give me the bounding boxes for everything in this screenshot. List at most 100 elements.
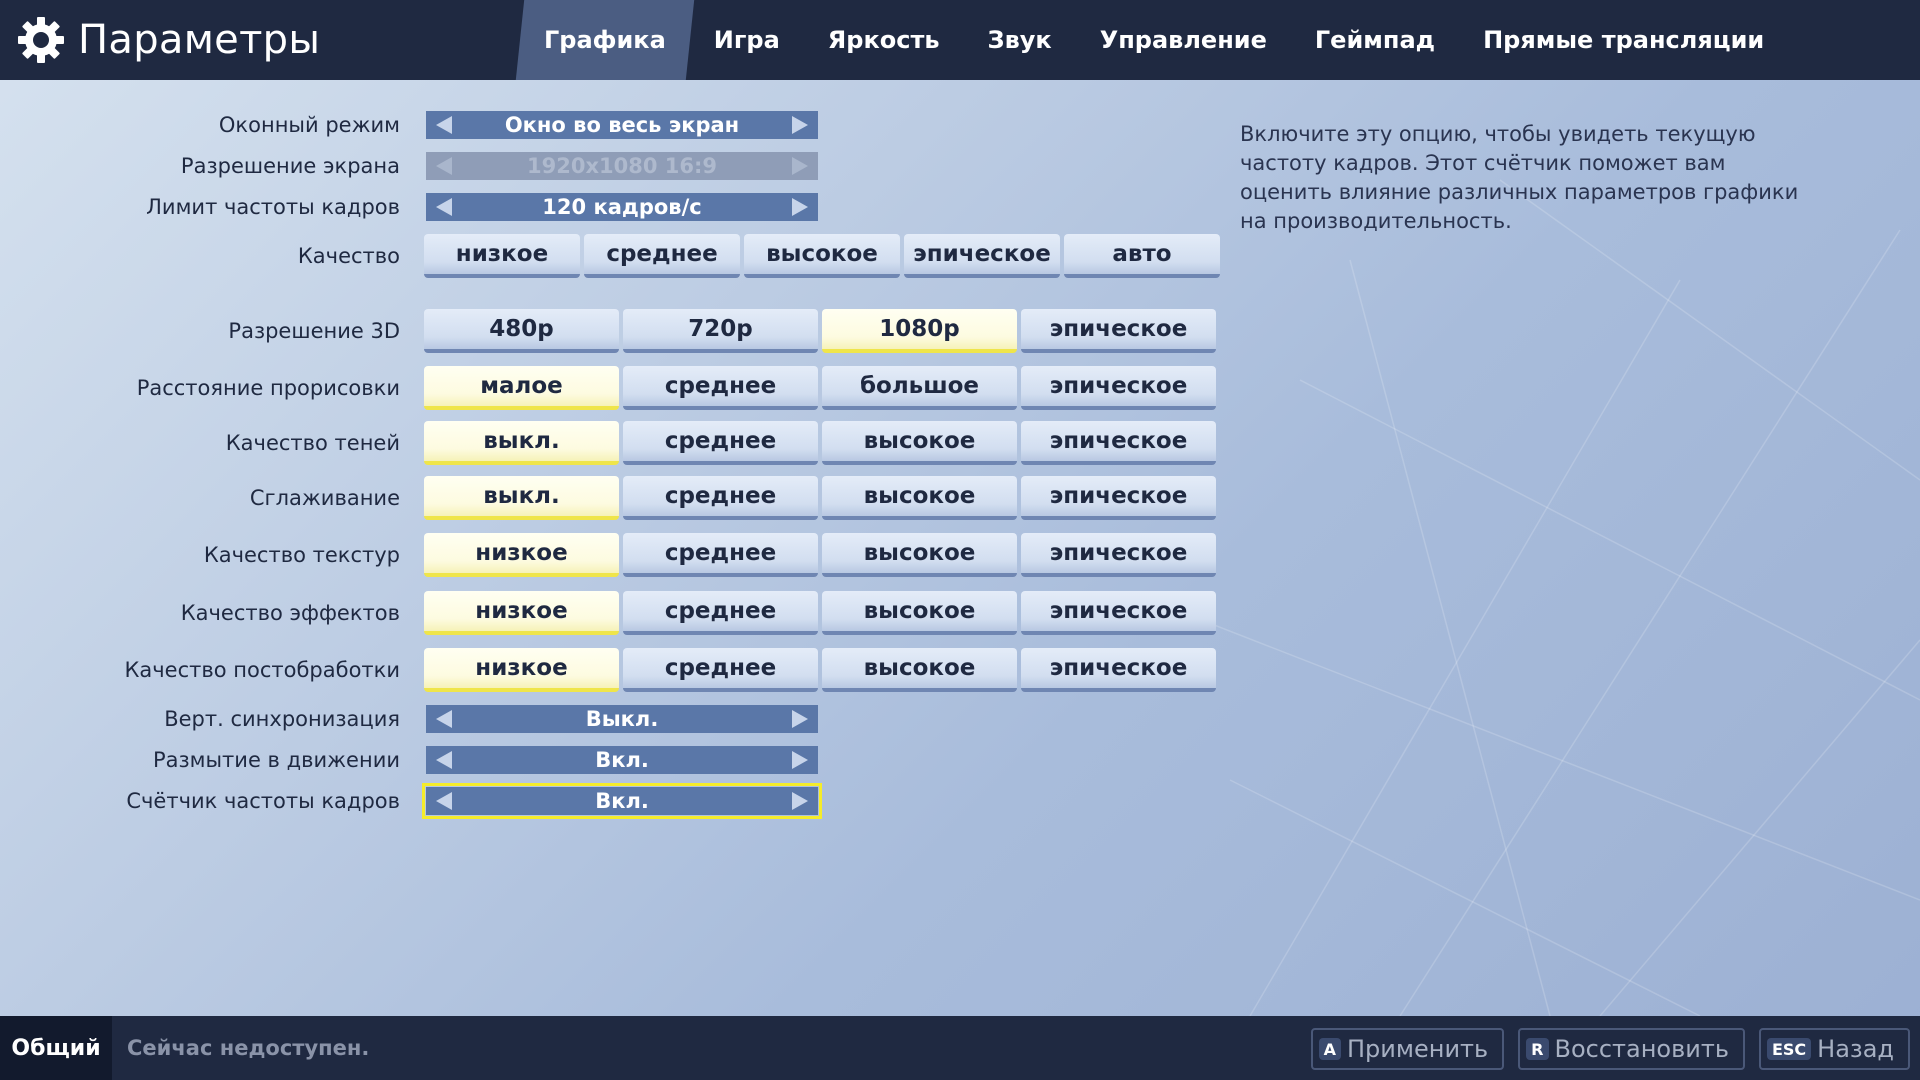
arrow-right-icon[interactable] (792, 792, 808, 810)
gear-icon (18, 17, 64, 63)
tab-brightness[interactable]: Яркость (804, 0, 964, 80)
textures-option-epic[interactable]: эпическое (1021, 533, 1216, 577)
shadows-option-epic[interactable]: эпическое (1021, 421, 1216, 465)
setting-resolution: Разрешение экрана 1920x1080 16:9 (0, 146, 1230, 186)
antialiasing-option-high[interactable]: высокое (822, 476, 1017, 520)
effects-option-high[interactable]: высокое (822, 591, 1017, 635)
arrow-left-icon[interactable] (436, 198, 452, 216)
postprocess-option-medium[interactable]: среднее (623, 648, 818, 692)
fps-counter-selector[interactable]: Вкл. (422, 783, 822, 819)
setting-view-distance: Расстояние прорисовки малое среднее боль… (0, 366, 1230, 410)
selector-value: Окно во весь экран (504, 113, 740, 137)
back-button[interactable]: ESC Назад (1758, 1028, 1910, 1070)
effects-option-medium[interactable]: среднее (623, 591, 818, 635)
res3d-option-epic[interactable]: эпическое (1021, 309, 1216, 353)
view-distance-option-near[interactable]: малое (424, 366, 619, 410)
tab-controls[interactable]: Управление (1076, 0, 1291, 80)
quality-option-auto[interactable]: авто (1064, 234, 1220, 278)
action-label: Восстановить (1554, 1035, 1729, 1063)
postprocess-option-high[interactable]: высокое (822, 648, 1017, 692)
apply-button[interactable]: A Применить (1310, 1028, 1505, 1070)
arrow-left-icon[interactable] (436, 751, 452, 769)
res3d-options: 480p 720p 1080p эпическое (424, 309, 1216, 353)
setting-label: Разрешение 3D (228, 319, 400, 343)
quality-option-epic[interactable]: эпическое (904, 234, 1060, 278)
resolution-selector: 1920x1080 16:9 (426, 152, 818, 180)
postprocess-option-low[interactable]: низкое (424, 648, 619, 692)
setting-label: Лимит частоты кадров (146, 195, 400, 219)
setting-description: Включите эту опцию, чтобы увидеть текущу… (1240, 122, 1799, 233)
tab-label: Графика (544, 26, 666, 54)
view-distance-option-medium[interactable]: среднее (623, 366, 818, 410)
window-mode-selector[interactable]: Окно во весь экран (426, 111, 818, 139)
setting-label: Сглаживание (249, 486, 400, 510)
arrow-left-icon (436, 157, 452, 175)
fps-limit-selector[interactable]: 120 кадров/с (426, 193, 818, 221)
shadows-option-medium[interactable]: среднее (623, 421, 818, 465)
vsync-selector[interactable]: Выкл. (426, 705, 818, 733)
quality-option-low[interactable]: низкое (424, 234, 580, 278)
tab-graphics[interactable]: Графика (515, 0, 694, 80)
arrow-right-icon (792, 157, 808, 175)
effects-option-low[interactable]: низкое (424, 591, 619, 635)
view-distance-option-far[interactable]: большое (822, 366, 1017, 410)
setting-antialiasing: Сглаживание выкл. среднее высокое эпичес… (0, 476, 1230, 520)
tab-label: Яркость (827, 26, 940, 54)
setting-label: Оконный режим (218, 113, 400, 137)
setting-textures: Качество текстур низкое среднее высокое … (0, 533, 1230, 577)
tab-streaming[interactable]: Прямые трансляции (1459, 0, 1788, 80)
arrow-right-icon[interactable] (792, 116, 808, 134)
status-text: Сейчас недоступен. (127, 1036, 370, 1060)
arrow-right-icon[interactable] (792, 751, 808, 769)
arrow-left-icon[interactable] (436, 710, 452, 728)
action-label: Назад (1817, 1035, 1894, 1063)
tab-bar: Графика Игра Яркость Звук Управление Гей… (515, 0, 1788, 80)
effects-option-epic[interactable]: эпическое (1021, 591, 1216, 635)
footer-tab-general[interactable]: Общий (0, 1016, 112, 1080)
restore-button[interactable]: R Восстановить (1518, 1028, 1745, 1070)
setting-window-mode: Оконный режим Окно во весь экран (0, 105, 1230, 145)
footer-actions: A Применить R Восстановить ESC Назад (1310, 1028, 1910, 1070)
action-label: Применить (1347, 1035, 1489, 1063)
setting-shadows: Качество теней выкл. среднее высокое эпи… (0, 421, 1230, 465)
selector-value: Выкл. (585, 707, 659, 731)
effects-options: низкое среднее высокое эпическое (424, 591, 1216, 635)
arrow-left-icon[interactable] (436, 116, 452, 134)
arrow-left-icon[interactable] (436, 792, 452, 810)
textures-option-low[interactable]: низкое (424, 533, 619, 577)
setting-label: Верт. синхронизация (164, 707, 400, 731)
setting-fps-counter: Счётчик частоты кадров Вкл. (0, 781, 1230, 821)
quality-option-medium[interactable]: среднее (584, 234, 740, 278)
postprocess-options: низкое среднее высокое эпическое (424, 648, 1216, 692)
shadows-option-off[interactable]: выкл. (424, 421, 619, 465)
res3d-option-720p[interactable]: 720p (623, 309, 818, 353)
tab-game[interactable]: Игра (690, 0, 804, 80)
textures-option-high[interactable]: высокое (822, 533, 1017, 577)
tab-gamepad[interactable]: Геймпад (1291, 0, 1459, 80)
arrow-right-icon[interactable] (792, 198, 808, 216)
arrow-right-icon[interactable] (792, 710, 808, 728)
antialiasing-option-medium[interactable]: среднее (623, 476, 818, 520)
page-title: Параметры (78, 17, 321, 63)
textures-option-medium[interactable]: среднее (623, 533, 818, 577)
setting-vsync: Верт. синхронизация Выкл. (0, 699, 1230, 739)
shadows-options: выкл. среднее высокое эпическое (424, 421, 1216, 465)
postprocess-option-epic[interactable]: эпическое (1021, 648, 1216, 692)
setting-3d-resolution: Разрешение 3D 480p 720p 1080p эпическое (0, 309, 1230, 353)
setting-label: Качество текстур (203, 543, 400, 567)
tab-audio[interactable]: Звук (964, 0, 1076, 80)
antialiasing-option-off[interactable]: выкл. (424, 476, 619, 520)
setting-label: Размытие в движении (152, 748, 400, 772)
setting-label: Расстояние прорисовки (136, 376, 400, 400)
motion-blur-selector[interactable]: Вкл. (426, 746, 818, 774)
shadows-option-high[interactable]: высокое (822, 421, 1017, 465)
res3d-option-480p[interactable]: 480p (424, 309, 619, 353)
tab-label: Геймпад (1314, 26, 1436, 54)
key-r-icon: R (1526, 1038, 1549, 1060)
res3d-option-1080p[interactable]: 1080p (822, 309, 1017, 353)
view-distance-options: малое среднее большое эпическое (424, 366, 1216, 410)
view-distance-option-epic[interactable]: эпическое (1021, 366, 1216, 410)
antialiasing-option-epic[interactable]: эпическое (1021, 476, 1216, 520)
quality-option-high[interactable]: высокое (744, 234, 900, 278)
key-a-icon: A (1318, 1038, 1341, 1060)
